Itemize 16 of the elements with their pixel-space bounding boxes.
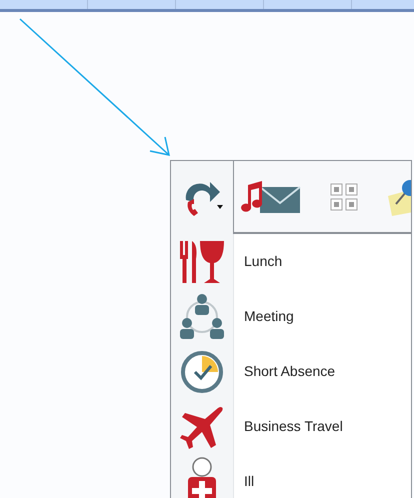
clock-icon: [180, 350, 224, 394]
pinned-note-icon: [386, 178, 411, 216]
menu-item[interactable]: Meeting: [171, 289, 411, 344]
menu-item[interactable]: Ill: [171, 454, 411, 498]
voicemail-button[interactable]: [240, 178, 302, 214]
airplane-icon: [180, 404, 224, 448]
grid-icon: [330, 182, 358, 210]
menu-item[interactable]: Short Absence: [171, 344, 411, 399]
fork-knife-glass-icon: [178, 238, 226, 284]
grid-button[interactable]: [330, 182, 358, 210]
meeting-icon: [178, 292, 226, 340]
menu-item[interactable]: Lunch: [171, 234, 411, 289]
call-forward-button[interactable]: [171, 161, 234, 234]
note-button[interactable]: [386, 178, 411, 216]
menu-item[interactable]: Business Travel: [171, 399, 411, 454]
music-envelope-icon: [240, 178, 302, 214]
